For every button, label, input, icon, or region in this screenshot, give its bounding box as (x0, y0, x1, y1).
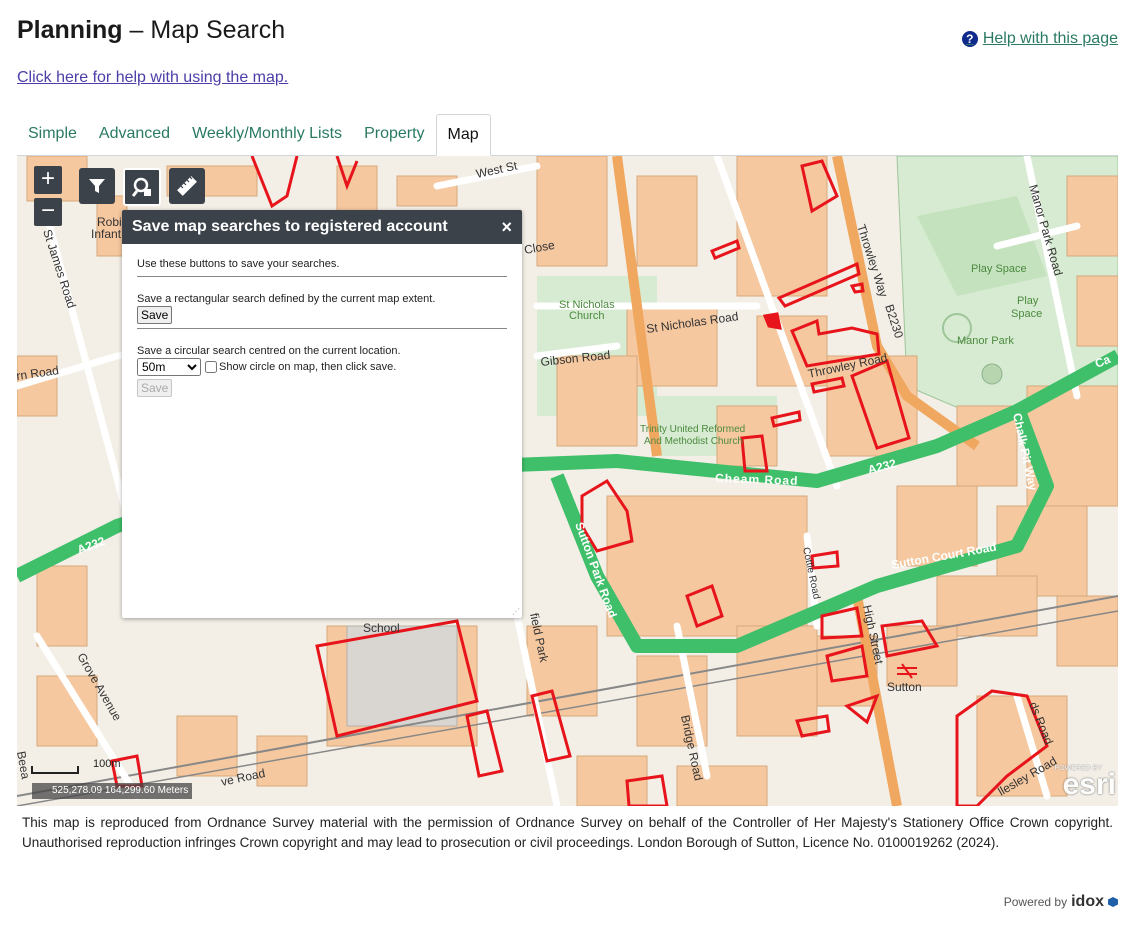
label-manor-park: Manor Park (957, 335, 1014, 347)
dialog-header: Save map searches to registered account … (122, 210, 522, 244)
esri-logo: esri (1062, 768, 1116, 801)
label-sutton: Sutton (887, 680, 922, 694)
save-search-dialog: Save map searches to registered account … (122, 210, 522, 618)
radius-select[interactable]: 50m (137, 358, 201, 376)
ruler-icon (177, 176, 197, 196)
rect-search-description: Save a rectangular search defined by the… (137, 293, 436, 305)
save-circle-button[interactable]: Save (137, 379, 173, 397)
idox-cube-icon (1108, 897, 1118, 907)
tab-advanced[interactable]: Advanced (88, 114, 181, 155)
divider (137, 328, 507, 329)
dialog-title: Save map searches to registered account (132, 218, 448, 235)
tab-weekly-monthly-lists[interactable]: Weekly/Monthly Lists (181, 114, 353, 155)
resize-handle-icon[interactable]: ⋰ (512, 607, 520, 616)
tab-map[interactable]: Map (435, 114, 491, 156)
label-play: Play (1017, 295, 1039, 307)
label-church: Church (569, 310, 604, 322)
page-title: Planning – Map Search (17, 16, 286, 44)
label-methodist-church: And Methodist Church (644, 436, 743, 447)
save-rectangle-button[interactable]: Save (137, 306, 173, 324)
filter-button[interactable] (79, 168, 115, 204)
zoom-in-button[interactable]: + (34, 166, 62, 194)
show-circle-checkbox[interactable] (205, 361, 217, 373)
divider (137, 276, 507, 277)
measure-button[interactable] (169, 168, 205, 204)
scale-bar: 100m (31, 758, 121, 774)
label-school: School (363, 621, 400, 635)
help-question-icon: ? (961, 31, 978, 47)
filter-icon (89, 179, 105, 193)
show-circle-label: Show circle on map, then click save. (219, 361, 397, 373)
label-space: Space (1011, 308, 1042, 320)
label-cheam-road: Cheam Road (715, 471, 799, 488)
zoom-out-button[interactable]: − (34, 198, 62, 226)
help-with-page-link[interactable]: ? Help with this page (961, 30, 1118, 48)
label-infant: Infant (91, 227, 122, 241)
tab-property[interactable]: Property (353, 114, 435, 155)
label-trinity-church: Trinity United Reformed (640, 424, 745, 435)
search-save-icon (131, 177, 151, 197)
map-view[interactable]: West St Close St James Road Robi Infant … (17, 155, 1118, 806)
search-tabs: Simple Advanced Weekly/Monthly Lists Pro… (17, 114, 491, 156)
circle-search-description: Save a circular search centred on the cu… (137, 345, 401, 357)
label-play-space: Play Space (971, 263, 1027, 275)
map-help-link[interactable]: Click here for help with using the map. (17, 69, 288, 87)
tab-simple[interactable]: Simple (17, 114, 88, 155)
save-search-button[interactable] (123, 168, 161, 206)
coordinates-readout: 525,278.09 164,299.60 Meters (32, 783, 193, 799)
powered-by-idox[interactable]: Powered by idox (1004, 893, 1118, 911)
copyright-disclaimer: This map is reproduced from Ordnance Sur… (22, 815, 1113, 850)
close-icon[interactable]: × (501, 217, 512, 238)
dialog-intro-text: Use these buttons to save your searches. (137, 258, 340, 270)
